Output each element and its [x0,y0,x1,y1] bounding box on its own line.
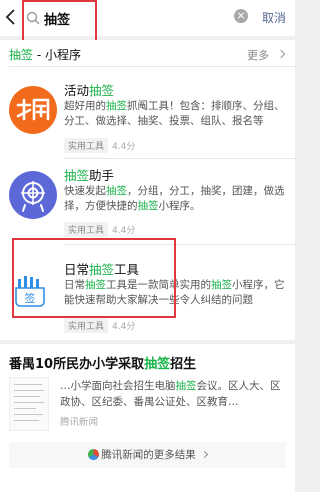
cancel-button[interactable]: 取消 [262,9,286,26]
app-logo-glyph: 签 [25,291,36,305]
category-tag: 实用工具 [64,138,109,153]
app-description: 快速发起抽签，分组，分工，抽奖，团建，做选择，方便快捷的抽签小程序。 [64,185,285,212]
news-snippet: …小学面向社会招生电脑抽签会议。区人大、区政协、区纪委、番禺公证处、区教育… [60,380,281,408]
news-results: 番禺10所民办小学采取抽签招生 …小学面向社会招生电脑抽签会议。区人大、区政协、… [0,344,295,492]
app-logo-huodong [9,86,57,134]
list-item[interactable]: 签 日常抽签工具 日常抽签工具是一款简单实用的抽签小程序，它能快速帮助大家解决一… [0,245,295,335]
search-icon [26,11,40,25]
category-tag: 实用工具 [64,318,109,333]
app-name: 日常抽签工具 [64,262,140,277]
list-item[interactable]: 活动抽签 超好用的抽签抓阄工具！包含：排顺序、分组、分工、做选择、抽奖、投票、组… [0,68,295,158]
tencent-news-icon [88,449,100,460]
app-logo-richang: 签 [9,267,57,315]
section-title: 抽签 - 小程序 [9,48,81,62]
more-news-button[interactable]: 腾讯新闻的更多结果 [9,442,286,468]
search-input[interactable]: 抽签 [44,9,70,28]
category-tag: 实用工具 [64,222,109,237]
app-description: 超好用的抽签抓阄工具！包含：排顺序、分组、分工、做选择、抽奖、投票、组队、报名等 [64,100,285,127]
app-logo-zhushou [9,171,57,219]
section-header[interactable]: 抽签 - 小程序 更多 [0,40,295,66]
clear-icon[interactable] [234,9,248,23]
rating: 4.4分 [112,226,136,236]
news-source: 腾讯新闻 [60,417,99,428]
more-button[interactable]: 更多 [247,47,269,63]
news-thumbnail[interactable] [9,377,49,431]
search-bar: 抽签 取消 [0,0,295,36]
app-name: 抽签助手 [64,168,115,183]
app-description: 日常抽签工具是一款简单实用的抽签小程序，它能快速帮助大家解决一些令人纠结的问题 [64,279,285,306]
back-arrow-icon[interactable] [4,8,18,26]
rating: 4.4分 [112,142,136,152]
mini-program-results: 抽签 - 小程序 更多 活动抽签 超好用的抽签抓阄工具！包含：排顺序、分组、分工… [0,40,295,340]
chevron-right-icon [200,450,208,459]
list-item[interactable]: 抽签助手 快速发起抽签，分组，分工，抽奖，团建，做选择，方便快捷的抽签小程序。 … [0,159,295,249]
search-field[interactable]: 抽签 [22,6,254,30]
app-name: 活动抽签 [64,83,115,98]
chevron-right-icon [276,49,286,59]
news-title[interactable]: 番禺10所民办小学采取抽签招生 [9,353,196,372]
rating: 4.4分 [112,322,136,332]
